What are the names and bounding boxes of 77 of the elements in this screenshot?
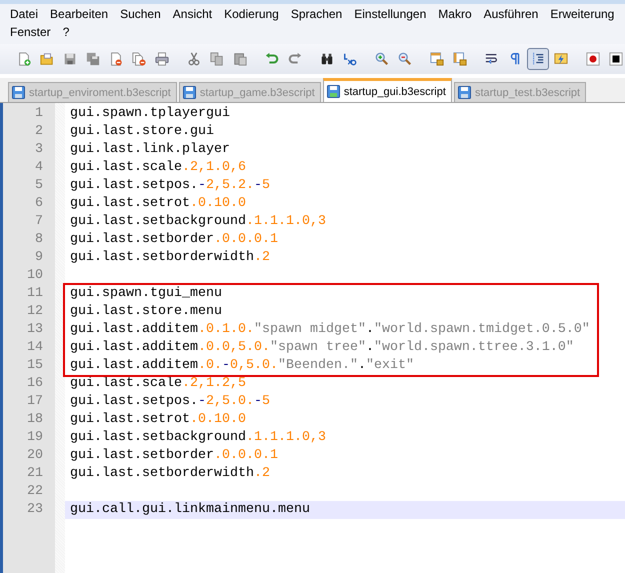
- line-number: 12: [26, 303, 44, 321]
- stop-icon: [609, 51, 623, 67]
- line-number: 17: [26, 393, 44, 411]
- clipboard-icon: [233, 51, 247, 67]
- code-line: gui.last.scale.2,1.2,5: [69, 375, 247, 393]
- indent-guide-button[interactable]: [527, 48, 549, 70]
- floppy-disks-icon: [86, 51, 100, 67]
- menu-item[interactable]: Ansicht: [166, 6, 218, 24]
- menu-item[interactable]: Einstellungen: [348, 6, 432, 24]
- menu-item[interactable]: Fenster: [4, 24, 57, 42]
- line-number: 18: [26, 411, 44, 429]
- menu-item[interactable]: Bearbeiten: [44, 6, 114, 24]
- menu-item[interactable]: Sprachen: [284, 6, 348, 24]
- zoom-out-icon: [398, 51, 412, 67]
- pilcrow-icon: [508, 51, 522, 67]
- zoom-in-icon: [375, 51, 389, 67]
- document-lightning-icon: [554, 51, 568, 67]
- windows-lock-icon: [453, 51, 467, 67]
- menu-item[interactable]: Makro: [432, 6, 478, 24]
- record-icon: [586, 51, 600, 67]
- file-tab[interactable]: startup_gui.b3escript: [322, 78, 452, 102]
- line-number: 14: [26, 339, 44, 357]
- code-line: gui.last.setbackground.1.1.1.0,3: [69, 213, 327, 231]
- code-line: gui.last.scale.2,1.0,6: [69, 159, 247, 177]
- line-number: 4: [34, 159, 44, 177]
- document-minus-icon: [109, 51, 123, 67]
- indent-guide-icon: [531, 51, 545, 67]
- code-line: gui.last.link.player: [69, 141, 231, 159]
- line-number: 20: [26, 447, 44, 465]
- line-number: 2: [34, 123, 44, 141]
- code-line: gui.last.store.gui: [69, 123, 215, 141]
- scissors-icon: [187, 51, 201, 67]
- menu-item[interactable]: ?: [56, 24, 76, 42]
- line-number: 15: [26, 357, 44, 375]
- code-line: gui.last.additem.0.-0,5.0."Beenden."."exit": [69, 357, 415, 375]
- binoculars-icon: [320, 51, 334, 67]
- code-line: gui.spawn.tplayergui: [69, 105, 231, 123]
- code-line: gui.last.additem.0.1.0."spawn midget"."world.spawn.tmidget.0.5.0": [69, 321, 591, 339]
- line-number: 11: [26, 285, 44, 303]
- code-line: gui.last.setborderwidth.2: [69, 465, 271, 483]
- line-number: 9: [34, 249, 44, 267]
- code-line: gui.last.setpos.-2,5.0.-5: [69, 393, 271, 411]
- line-number: 6: [34, 195, 44, 213]
- menu-item[interactable]: Datei: [4, 6, 44, 24]
- code-line: gui.last.setborderwidth.2: [69, 249, 271, 267]
- code-line: gui.last.setborder.0.0.0.1: [69, 447, 279, 465]
- line-number: 21: [26, 465, 44, 483]
- menu-item[interactable]: Ausführen: [478, 6, 544, 24]
- line-number: 23: [26, 501, 44, 519]
- line-number: 5: [34, 177, 44, 195]
- code-line: gui.last.setrot.0.10.0: [69, 195, 247, 213]
- code-line: gui.last.setpos.-2,5.2.-5: [69, 177, 271, 195]
- code-line: gui.last.setborder.0.0.0.1: [69, 231, 279, 249]
- documents-minus-icon: [132, 51, 146, 67]
- copy-icon: [210, 51, 224, 67]
- code-line: gui.last.additem.0.0,5.0."spawn tree"."world.spawn.ttree.3.1.0": [69, 339, 575, 357]
- line-number: 7: [34, 213, 44, 231]
- line-number: 10: [26, 267, 44, 285]
- folder-icon: [40, 51, 54, 67]
- line-number: 3: [34, 141, 44, 159]
- line-number: 22: [26, 483, 44, 501]
- printer-icon: [155, 51, 169, 67]
- line-number: 16: [26, 375, 44, 393]
- line-number: 1: [34, 105, 44, 123]
- menu-item[interactable]: Kodierung: [218, 6, 285, 24]
- code-line: gui.last.setbackground.1.1.1.0,3: [69, 429, 327, 447]
- menu-item[interactable]: Suchen: [114, 6, 167, 24]
- line-number: 19: [26, 429, 44, 447]
- menu-item[interactable]: Erweiterung: [544, 6, 614, 24]
- new-document-icon: [17, 51, 31, 67]
- line-number: 8: [34, 231, 44, 249]
- line-number: 13: [26, 321, 44, 339]
- windows-lock-icon: [430, 51, 444, 67]
- code-line: gui.last.store.menu: [69, 303, 223, 321]
- code-line: gui.last.setrot.0.10.0: [69, 411, 247, 429]
- code-line: gui.spawn.tgui_menu: [69, 285, 223, 303]
- replace-letters-icon: [343, 51, 357, 67]
